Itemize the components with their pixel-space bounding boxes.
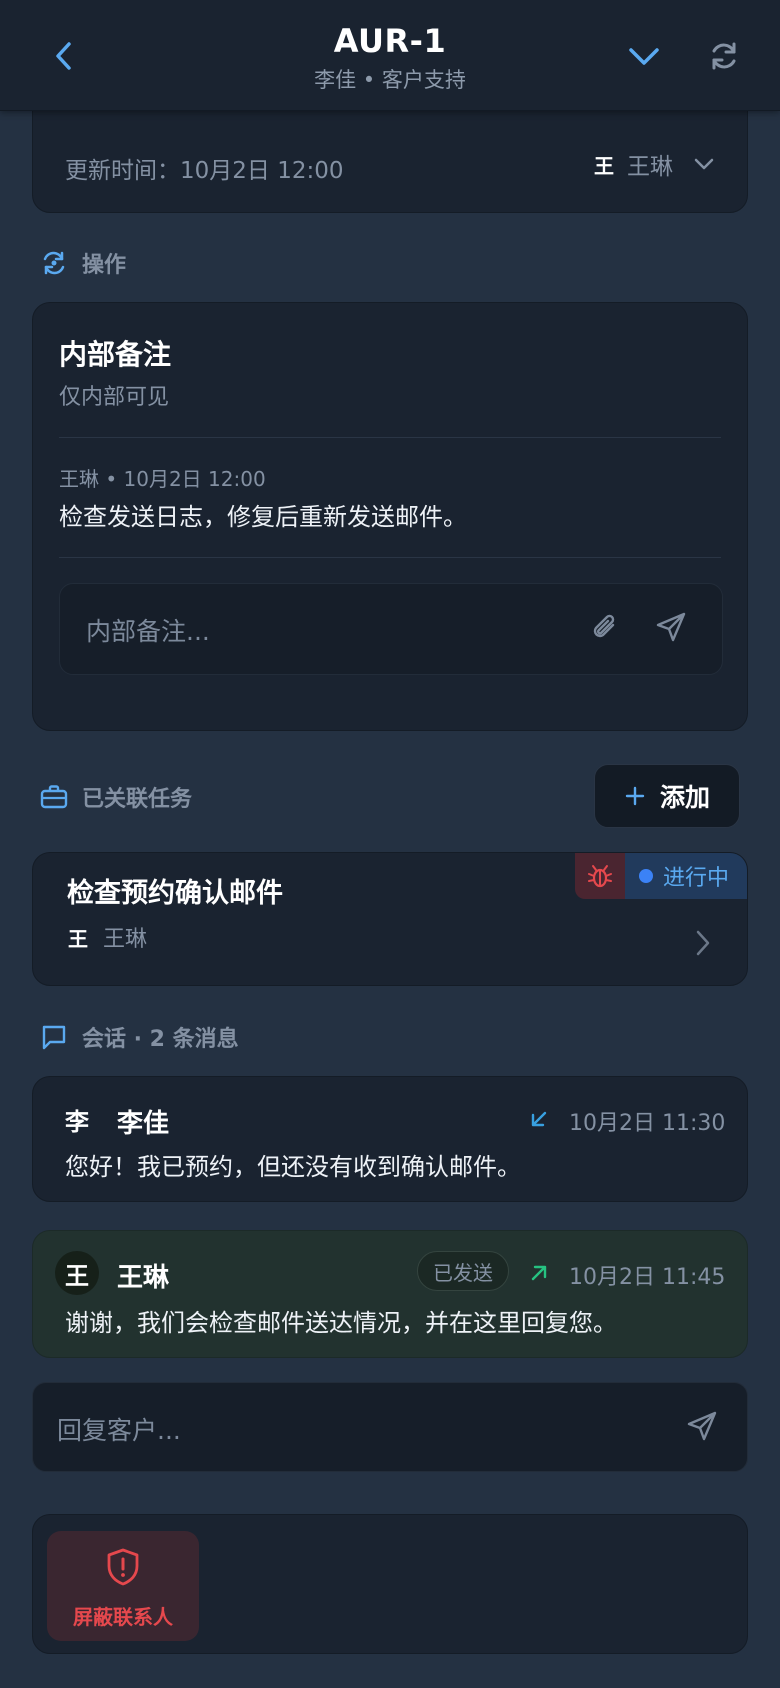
message-time: 10月2日 11:45: [569, 1265, 726, 1290]
refresh-button[interactable]: [696, 28, 752, 84]
message-text: 谢谢，我们会检查邮件送达情况，并在这里回复您。: [65, 1309, 617, 1337]
actions-section-header: 操作: [40, 247, 126, 279]
sent-badge: 已发送: [417, 1251, 509, 1291]
actions-section-title: 操作: [82, 253, 127, 278]
chat-bubble-icon: [42, 1025, 66, 1050]
message-time: 10月2日 11:30: [569, 1111, 726, 1136]
refresh-icon: [712, 42, 736, 70]
arrow-down-left-icon: [531, 1111, 547, 1127]
reply-placeholder: 回复客户...: [57, 1416, 181, 1445]
sync-icon: [43, 251, 65, 275]
message-incoming: 李 李佳 10月2日 11:30 您好！我已预约，但还没有收到确认邮件。: [32, 1076, 748, 1202]
send-icon: [687, 1411, 717, 1441]
task-status-badge: 进行中: [625, 853, 747, 899]
block-contact-label: 屏蔽联系人: [73, 1605, 173, 1629]
sender-name: 王琳: [117, 1263, 170, 1293]
conversation-section-header: 会话 · 2 条消息: [40, 1021, 239, 1053]
sender-avatar: 李: [65, 1107, 89, 1136]
assignee-selector[interactable]: 王 王琳: [593, 147, 715, 181]
conversation-section-title: 会话 · 2 条消息: [82, 1027, 239, 1052]
paperclip-icon: [593, 614, 615, 638]
assignee-avatar: 王: [594, 153, 614, 178]
block-contact-button[interactable]: 屏蔽联系人: [47, 1531, 199, 1641]
divider: [59, 437, 721, 438]
attach-button[interactable]: [588, 610, 628, 650]
send-icon: [656, 612, 686, 642]
contact-actions-card: 屏蔽联系人: [32, 1514, 748, 1654]
chevron-down-icon: [694, 158, 714, 170]
task-assignee: 王 王琳: [67, 921, 147, 953]
task-assignee-name: 王琳: [103, 927, 148, 952]
collapse-button[interactable]: [616, 28, 672, 84]
add-task-button[interactable]: 添加: [594, 764, 740, 828]
plus-icon: [625, 786, 645, 806]
task-type-badge: [575, 853, 625, 899]
top-bar: AUR-1 李佳 • 客户支持: [0, 0, 780, 111]
chevron-right-icon: [696, 930, 710, 956]
task-status-label: 进行中: [663, 866, 730, 891]
reply-input[interactable]: 回复客户...: [32, 1382, 748, 1472]
assignee-name: 王琳: [627, 154, 673, 180]
note-card-subtitle: 仅内部可见: [59, 385, 170, 410]
shield-alert-icon: [107, 1548, 139, 1586]
internal-note-placeholder: 内部备注...: [86, 617, 210, 646]
updated-time: 更新时间：10月2日 12:00: [65, 158, 344, 184]
note-meta: 王琳 • 10月2日 12:00: [59, 467, 266, 491]
briefcase-icon: [40, 785, 68, 809]
divider: [59, 557, 721, 558]
send-reply-button[interactable]: [685, 1409, 725, 1449]
linked-tasks-section-header: 已关联任务: [40, 781, 192, 813]
message-text: 您好！我已预约，但还没有收到确认邮件。: [65, 1153, 521, 1181]
add-task-label: 添加: [659, 783, 710, 812]
internal-note-card: 内部备注 仅内部可见 王琳 • 10月2日 12:00 检查发送日志，修复后重新…: [32, 302, 748, 731]
note-card-title: 内部备注: [59, 338, 172, 371]
linked-tasks-section-title: 已关联任务: [82, 787, 193, 812]
internal-note-input[interactable]: 内部备注...: [59, 583, 723, 675]
message-outgoing: 王 王琳 已发送 10月2日 11:45 谢谢，我们会检查邮件送达情况，并在这里…: [32, 1230, 748, 1358]
arrow-up-right-icon: [531, 1265, 547, 1281]
linked-task-card[interactable]: 检查预约确认邮件 王 王琳 进行中: [32, 852, 748, 986]
sender-avatar: 王: [55, 1251, 99, 1295]
sender-name: 李佳: [117, 1109, 170, 1139]
task-assignee-avatar: 王: [68, 926, 88, 951]
task-title: 检查预约确认邮件: [67, 878, 283, 909]
status-dot: [639, 869, 653, 883]
send-note-button[interactable]: [654, 610, 694, 650]
bug-icon: [588, 865, 612, 888]
note-text: 检查发送日志，修复后重新发送邮件。: [59, 503, 467, 531]
chevron-down-icon: [629, 48, 659, 65]
